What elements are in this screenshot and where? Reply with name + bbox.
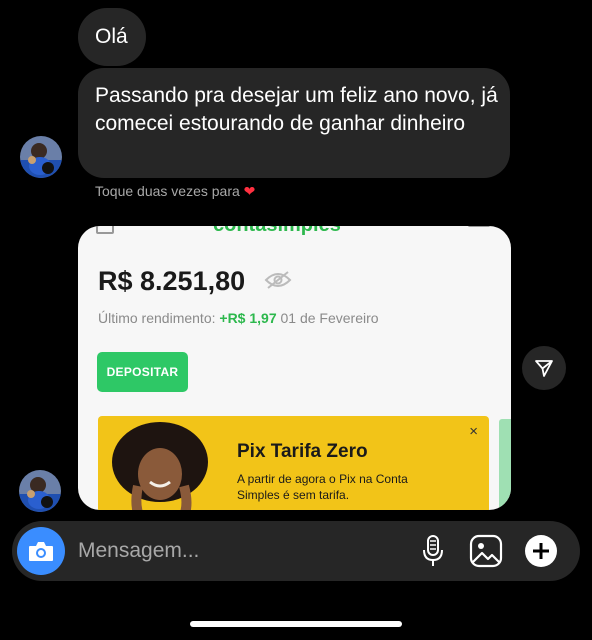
message-bubble-ola[interactable]: Olá	[78, 8, 146, 66]
plus-icon[interactable]	[524, 534, 558, 568]
message-text: Passando pra desejar um feliz ano novo, …	[95, 84, 498, 135]
promo-banner: Pix Tarifa Zero A partir de agora o Pix …	[98, 416, 489, 510]
camera-icon	[29, 542, 53, 561]
heart-icon: ❤	[243, 183, 256, 199]
bell-icon	[96, 226, 114, 234]
sender-avatar[interactable]	[20, 136, 62, 178]
message-composer: Mensagem...	[12, 521, 580, 581]
message-text: Olá	[95, 25, 128, 48]
hide-balance-icon	[264, 271, 292, 289]
last-yield: Último rendimento: +R$ 1,97 01 de Fevere…	[98, 310, 379, 326]
last-yield-value: +R$ 1,97	[219, 310, 277, 326]
home-indicator[interactable]	[190, 621, 402, 627]
shared-image-card[interactable]: contasimples R$ 8.251,80 Último rendimen…	[78, 226, 511, 510]
last-yield-label: Último rendimento:	[98, 310, 216, 326]
close-icon: ×	[469, 423, 478, 440]
reaction-hint-text: Toque duas vezes para	[95, 183, 240, 199]
promo-title: Pix Tarifa Zero	[237, 441, 368, 462]
account-balance: R$ 8.251,80	[98, 266, 246, 296]
message-input[interactable]: Mensagem...	[78, 539, 199, 563]
last-yield-date: 01 de Fevereiro	[280, 310, 379, 326]
brand-logo: contasimples	[213, 226, 341, 237]
sender-avatar[interactable]	[19, 470, 61, 512]
next-card-peek	[499, 419, 511, 510]
camera-button[interactable]	[17, 527, 65, 575]
message-bubble-new-year[interactable]: Passando pra desejar um feliz ano novo, …	[78, 68, 510, 178]
paper-plane-icon	[535, 360, 553, 377]
deposit-button: DEPOSITAR	[97, 352, 188, 392]
microphone-icon[interactable]	[420, 534, 446, 568]
promo-woman-illustration	[112, 422, 208, 510]
menu-icon	[468, 226, 490, 227]
promo-description: A partir de agora o Pix na Conta Simples…	[237, 472, 408, 502]
reaction-hint: Toque duas vezes para ❤	[95, 183, 255, 200]
share-button[interactable]	[522, 346, 566, 390]
gallery-icon[interactable]	[469, 534, 503, 568]
